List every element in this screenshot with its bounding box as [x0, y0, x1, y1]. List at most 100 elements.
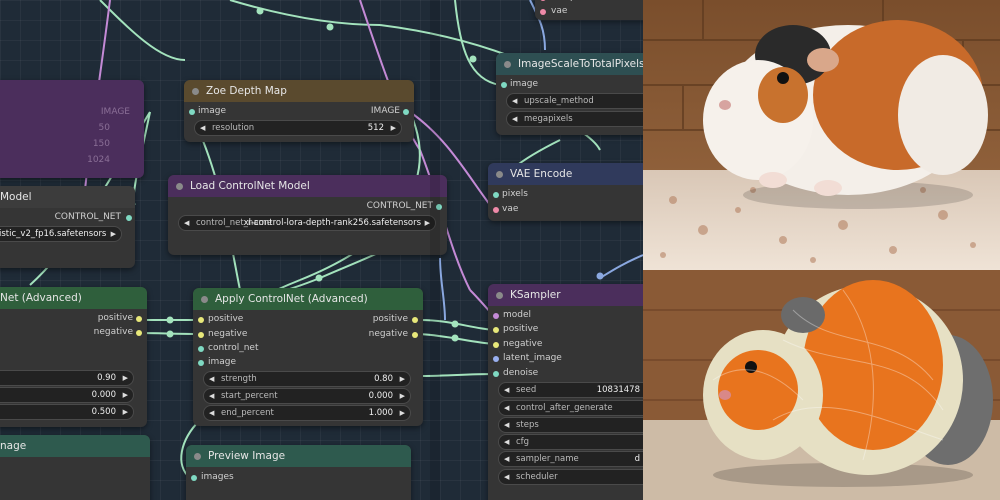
- arrow-left-icon: ◀: [200, 124, 206, 132]
- input-image: image: [510, 79, 539, 89]
- start-percent-widget[interactable]: 0.000 ▶: [0, 387, 134, 403]
- input-pin-vae[interactable]: [540, 9, 546, 15]
- input-control-net: control_net: [208, 343, 259, 353]
- output-control-net: CONTROL_NET: [54, 212, 121, 222]
- scheduler-widget[interactable]: ◀ scheduler: [498, 469, 643, 485]
- input-pin[interactable]: [189, 109, 195, 115]
- photo-guinea-pig: [643, 0, 1000, 270]
- arrow-left-icon: ◀: [512, 97, 518, 105]
- input-image: image: [198, 106, 227, 116]
- partial-node-top[interactable]: samples vae: [535, 0, 643, 20]
- node-title: Load ControlNet Model: [190, 180, 310, 192]
- image-node-left[interactable]: nage: [0, 435, 150, 500]
- input-pin-control-net[interactable]: [198, 346, 204, 352]
- output-value-1: 50: [98, 123, 110, 133]
- output-pin[interactable]: [403, 109, 409, 115]
- arrow-left-icon: ◀: [504, 386, 510, 394]
- arrow-right-icon: ▶: [399, 392, 405, 400]
- arrow-left-icon: ◀: [504, 473, 510, 481]
- input-pin-samples[interactable]: [540, 0, 546, 1]
- end-percent-widget[interactable]: 0.500 ▶: [0, 404, 134, 420]
- sampler-name-widget[interactable]: ◀ sampler_name d: [498, 451, 643, 467]
- input-positive: positive: [208, 314, 244, 324]
- strength-widget[interactable]: 0.90 ▶: [0, 370, 134, 386]
- input-pin-model[interactable]: [493, 313, 499, 319]
- arrow-right-icon: ▶: [399, 409, 405, 417]
- input-pixels: pixels: [502, 189, 528, 199]
- input-pin-positive[interactable]: [493, 327, 499, 333]
- node-title: nage: [0, 440, 27, 452]
- node-title: Apply ControlNet (Advanced): [215, 293, 368, 305]
- node-graph-canvas[interactable]: IMAGE 50 150 1024 Model CONTROL_NET isti…: [0, 0, 643, 500]
- output-pin[interactable]: [126, 215, 132, 221]
- input-positive: positive: [503, 324, 539, 334]
- arrow-left-icon: ◀: [209, 392, 215, 400]
- input-pin-pixels[interactable]: [493, 192, 499, 198]
- seed-widget[interactable]: ◀ seed 10831478: [498, 382, 643, 398]
- node-title: KSampler: [510, 289, 561, 301]
- input-model: model: [503, 310, 532, 320]
- output-image: IMAGE: [100, 107, 130, 117]
- apply-controlnet-node-left[interactable]: Net (Advanced) positive negative 0.90 ▶ …: [0, 287, 147, 427]
- strength-widget[interactable]: ◀ strength 0.80 ▶: [203, 371, 411, 387]
- input-pin[interactable]: [501, 82, 507, 88]
- output-control-net: CONTROL_NET: [366, 201, 433, 211]
- output-pin-positive[interactable]: [136, 316, 142, 322]
- arrow-right-icon: ▶: [399, 375, 405, 383]
- ksampler-node[interactable]: KSampler model positive negative latent_…: [488, 284, 643, 500]
- megapixels-widget[interactable]: ◀ megapixels: [506, 111, 643, 127]
- controlnet-loader-node-left[interactable]: Model CONTROL_NET istic_v2_fp16.safetens…: [0, 186, 135, 268]
- steps-widget[interactable]: ◀ steps: [498, 417, 643, 433]
- input-pin-denoise[interactable]: [493, 371, 499, 377]
- input-pin-positive[interactable]: [198, 317, 204, 323]
- node-title: Net (Advanced): [0, 292, 82, 304]
- input-pin-vae[interactable]: [493, 207, 499, 213]
- output-pin-negative[interactable]: [412, 332, 418, 338]
- input-pin-images[interactable]: [191, 475, 197, 481]
- arrow-left-icon: ◀: [504, 438, 510, 446]
- arrow-left-icon: ◀: [209, 409, 215, 417]
- input-pin-negative[interactable]: [493, 342, 499, 348]
- zoe-depth-map-node[interactable]: Zoe Depth Map image IMAGE ◀ resolution 5…: [184, 80, 414, 142]
- output-negative: negative: [368, 329, 408, 339]
- input-pin-latent-image[interactable]: [493, 356, 499, 362]
- node-title: Preview Image: [208, 450, 286, 462]
- arrow-right-icon: ▶: [122, 374, 128, 382]
- preview-image-node[interactable]: Preview Image images: [186, 445, 411, 500]
- output-positive: positive: [97, 313, 133, 323]
- output-pin-negative[interactable]: [136, 330, 142, 336]
- control-net-name-widget[interactable]: ◀ control_net_name xl-control-lora-depth…: [178, 215, 436, 231]
- input-samples: samples: [551, 0, 588, 2]
- node-title: VAE Encode: [510, 168, 573, 180]
- output-pin-positive[interactable]: [412, 317, 418, 323]
- input-images: images: [201, 472, 234, 482]
- model-name-widget[interactable]: istic_v2_fp16.safetensors ▶: [0, 226, 122, 242]
- input-denoise: denoise: [503, 368, 539, 378]
- input-vae: vae: [551, 6, 568, 16]
- arrow-left-icon: ◀: [184, 219, 190, 227]
- cfg-widget[interactable]: ◀ cfg: [498, 434, 643, 450]
- image-scale-to-total-pixels-node[interactable]: ImageScaleToTotalPixels image ◀ upscale_…: [496, 53, 643, 135]
- arrow-left-icon: ◀: [512, 115, 518, 123]
- input-pin-image[interactable]: [198, 360, 204, 366]
- apply-controlnet-advanced-node[interactable]: Apply ControlNet (Advanced) positive neg…: [193, 288, 423, 426]
- arrow-left-icon: ◀: [504, 421, 510, 429]
- arrow-left-icon: ◀: [209, 375, 215, 383]
- yarn-guinea-pig: [643, 270, 1000, 500]
- lora-loader-node[interactable]: IMAGE 50 150 1024: [0, 80, 144, 178]
- end-percent-widget[interactable]: ◀ end_percent 1.000 ▶: [203, 405, 411, 421]
- arrow-right-icon: ▶: [122, 391, 128, 399]
- input-pin-negative[interactable]: [198, 332, 204, 338]
- load-controlnet-model-node[interactable]: Load ControlNet Model CONTROL_NET ◀ cont…: [168, 175, 447, 255]
- vae-encode-node[interactable]: VAE Encode pixels vae: [488, 163, 643, 221]
- arrow-right-icon: ▶: [390, 124, 396, 132]
- image-comparison-panel: [643, 0, 1000, 500]
- resolution-widget[interactable]: ◀ resolution 512 ▶: [194, 120, 402, 136]
- output-negative: negative: [93, 327, 133, 337]
- upscale-method-widget[interactable]: ◀ upscale_method: [506, 93, 643, 109]
- control-after-generate-widget[interactable]: ◀ control_after_generate: [498, 400, 643, 416]
- node-title: Zoe Depth Map: [206, 85, 287, 97]
- arrow-right-icon: ▶: [122, 408, 128, 416]
- start-percent-widget[interactable]: ◀ start_percent 0.000 ▶: [203, 388, 411, 404]
- arrow-left-icon: ◀: [504, 455, 510, 463]
